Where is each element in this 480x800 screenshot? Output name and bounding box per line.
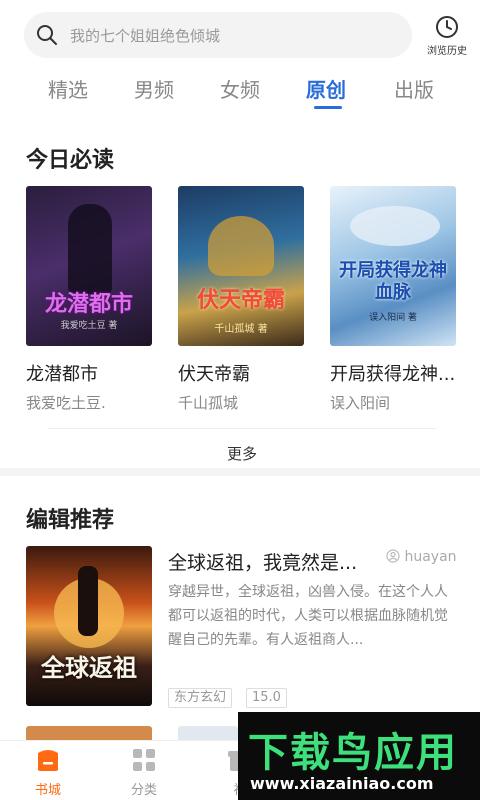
section-divider: [0, 468, 480, 476]
user-icon: [386, 549, 400, 563]
book-cover: 伏天帝霸 千山孤城 著: [178, 186, 304, 346]
book-card[interactable]: 龙潜都市 我爱吃土豆 著 龙潜都市 我爱吃土豆.: [26, 186, 154, 413]
section-title-must-read: 今日必读: [26, 148, 115, 173]
book-cover: 龙潜都市 我爱吃土豆 著: [26, 186, 152, 346]
figure-silhouette: [68, 204, 112, 294]
tab-jingxuan[interactable]: 精选: [48, 74, 88, 103]
history-button[interactable]: 浏览历史: [422, 14, 472, 60]
dragon-shape: [350, 206, 440, 246]
more-button[interactable]: 更多: [48, 428, 436, 468]
clock-icon: [436, 16, 458, 38]
active-tab-indicator: [314, 106, 342, 109]
book-author: 千山孤城: [178, 394, 239, 412]
category-icon: [133, 749, 155, 771]
more-label: 更多: [226, 445, 257, 463]
tab-yuanchuang[interactable]: 原创: [306, 74, 346, 103]
tab-nanpin[interactable]: 男频: [134, 74, 174, 103]
search-placeholder: 我的七个姐姐绝色倾城: [70, 27, 221, 45]
cover-author-text: 千山孤城 著: [214, 324, 268, 335]
book-card[interactable]: 开局获得龙神血脉 误入阳间 著 开局获得龙神... 误入阳间: [330, 186, 458, 413]
recommend-book-cover[interactable]: 全球返祖: [26, 546, 152, 706]
cover-author-text: 误入阳间 著: [369, 313, 417, 323]
author-name: huayan: [404, 549, 457, 565]
history-label: 浏览历史: [427, 46, 467, 57]
tab-nvpin[interactable]: 女频: [220, 74, 260, 103]
search-row: 我的七个姐姐绝色倾城 浏览历史: [0, 10, 480, 60]
category-tabs: 精选 男频 女频 原创 出版: [0, 70, 480, 114]
search-icon: [37, 25, 57, 45]
nav-label: 书城: [34, 783, 61, 798]
score-tag: 15.0: [246, 688, 287, 708]
search-input[interactable]: 我的七个姐姐绝色倾城: [24, 12, 412, 58]
book-author: 我爱吃土豆.: [26, 394, 106, 412]
nav-category[interactable]: 分类: [114, 747, 174, 798]
watermark-banner: 下载鸟应用 www.xiazainiao.com: [238, 712, 480, 800]
dragon-shape: [208, 216, 274, 276]
watermark-title: 下载鸟应用: [248, 730, 458, 776]
book-card[interactable]: 伏天帝霸 千山孤城 著 伏天帝霸 千山孤城: [178, 186, 306, 413]
nav-label: 分类: [130, 783, 157, 798]
book-title: 龙潜都市: [26, 364, 98, 385]
cover-title-text: 龙潜都市: [44, 292, 133, 317]
watermark-url: www.xiazainiao.com: [250, 774, 434, 793]
book-author: 误入阳间: [330, 394, 391, 412]
figure-silhouette: [78, 566, 98, 636]
recommend-book-author: huayan: [386, 549, 457, 565]
book-title: 开局获得龙神...: [330, 364, 456, 385]
cover-author-text: 我爱吃土豆 著: [60, 321, 118, 331]
section-title-recommend: 编辑推荐: [26, 508, 115, 533]
genre-tag: 东方玄幻: [168, 688, 233, 708]
book-title: 伏天帝霸: [178, 364, 250, 385]
book-cover: 开局获得龙神血脉 误入阳间 著: [330, 186, 456, 346]
cover-title-text: 开局获得龙神血脉: [339, 260, 447, 303]
nav-bookstore[interactable]: 书城: [18, 747, 78, 798]
cover-title-text: 全球返祖: [41, 654, 137, 682]
bookstore-icon: [38, 750, 58, 771]
recommend-book-description: 穿越异世，全球返祖，凶兽入侵。在这个人人都可以返祖的时代，人类可以根据血脉随机觉…: [168, 584, 448, 648]
tab-chuban[interactable]: 出版: [394, 74, 434, 103]
cover-title-text: 伏天帝霸: [196, 288, 285, 313]
recommend-book-title[interactable]: 全球返祖，我竟然是...: [168, 548, 357, 575]
